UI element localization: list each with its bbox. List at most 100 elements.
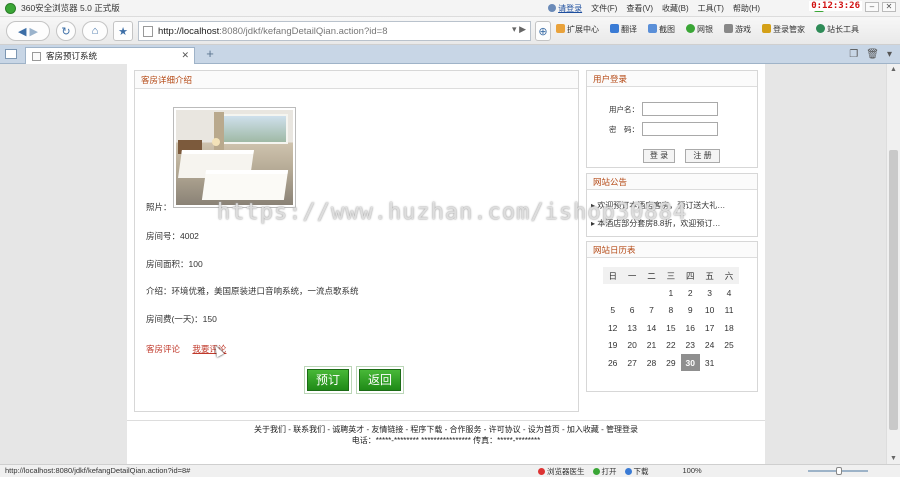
calendar-day[interactable]: 16	[681, 319, 700, 336]
tab-list-icon[interactable]: ▾	[887, 49, 892, 60]
login-link[interactable]: 请登录	[548, 3, 582, 14]
calendar-day[interactable]: 13	[622, 319, 641, 336]
new-tab-icon[interactable]: +	[200, 47, 220, 62]
browser-doctor-button[interactable]: 浏览器医生	[538, 466, 585, 477]
window-controls: – ✕	[865, 2, 896, 12]
calendar-day[interactable]: 20	[622, 337, 641, 354]
calendar-weekday: 二	[641, 267, 662, 285]
calendar-day[interactable]: 1	[661, 284, 680, 301]
calendar-day[interactable]: 14	[642, 319, 661, 336]
browser-title: 360安全浏览器 5.0 正式版	[21, 3, 120, 13]
room-detail-panel: 客房详细介绍 照片： 房间号：4002 房间面积：100 介绍：环境优雅，美国原…	[134, 70, 579, 412]
calendar-day[interactable]: 12	[603, 319, 622, 336]
password-input[interactable]	[642, 122, 718, 136]
scroll-up-icon[interactable]: ▲	[890, 66, 897, 73]
username-input[interactable]	[642, 102, 718, 116]
menu-view[interactable]: 查看(V)	[626, 3, 653, 14]
screenshot-button[interactable]: 截图	[648, 24, 675, 35]
back-button[interactable]: 返回	[359, 369, 401, 391]
login-panel: 用户登录 用户名： 密 码： 登 录 注 册	[586, 70, 758, 168]
calendar-day[interactable]: 4	[719, 284, 738, 301]
menu-tools[interactable]: 工具(T)	[698, 3, 724, 14]
calendar-day[interactable]: 7	[642, 302, 661, 319]
refresh-button[interactable]: ↻	[56, 21, 76, 41]
calendar-day[interactable]: 18	[719, 319, 738, 336]
calendar-weekday: 一	[622, 267, 642, 285]
address-bar[interactable]: http://localhost:8080/jdkf/kefangDetailQ…	[138, 21, 531, 41]
calendar-day[interactable]: 27	[622, 354, 641, 371]
address-dropdown-icon[interactable]: ▾ ▶	[512, 24, 526, 35]
extension-center-button[interactable]: 扩展中心	[556, 24, 599, 35]
login-manager-button[interactable]: 登录管家	[762, 24, 805, 35]
scroll-thumb[interactable]	[889, 150, 898, 430]
calendar-day[interactable]: 24	[700, 337, 719, 354]
games-button[interactable]: 游戏	[724, 24, 751, 35]
calendar-grid: 日一二三四五六 1 2 3 4 5 6 7 8 9 10 11 12 13 14 15 16 17 18 19 20 21…	[603, 267, 739, 372]
trash-icon[interactable]: 🗑	[866, 49, 879, 60]
restore-tabs-icon[interactable]: ❐	[849, 49, 858, 60]
room-intro: 介绍：环境优雅，美国原装进口音响系统，一流点歌系统	[146, 286, 359, 296]
register-button[interactable]: 注 册	[685, 149, 720, 163]
webmaster-icon	[816, 24, 825, 33]
calendar-day[interactable]: 8	[661, 302, 680, 319]
scroll-down-icon[interactable]: ▼	[890, 455, 897, 462]
photo-lamp	[212, 138, 220, 146]
refresh-icon: ↻	[61, 25, 71, 38]
favorite-star-button[interactable]: ★	[113, 21, 133, 41]
room-reviews-link[interactable]: 客房评论	[146, 344, 180, 354]
calendar-day[interactable]: 31	[700, 354, 719, 371]
photo-label: 照片：	[146, 202, 172, 212]
address-url[interactable]: http://localhost:8080/jdkf/kefangDetailQ…	[158, 26, 387, 37]
calendar-day[interactable]: 22	[661, 337, 680, 354]
menu-file[interactable]: 文件(F)	[591, 3, 617, 14]
key-icon	[762, 24, 771, 33]
close-window-button[interactable]: ✕	[882, 2, 896, 12]
zoom-level[interactable]: 100%	[683, 466, 702, 477]
tab-close-icon[interactable]: ✕	[181, 50, 189, 61]
calendar-day[interactable]: 10	[700, 302, 719, 319]
forward-arrow-icon[interactable]: ▶	[30, 25, 38, 38]
vertical-scrollbar[interactable]: ▲ ▼	[886, 64, 900, 464]
back-arrow-icon[interactable]: ◀	[18, 25, 26, 38]
webmaster-tools-button[interactable]: 站长工具	[816, 24, 859, 35]
calendar-day[interactable]: 11	[719, 302, 738, 319]
calendar-day[interactable]: 3	[700, 284, 719, 301]
menu-help[interactable]: 帮助(H)	[733, 3, 760, 14]
calendar-day[interactable]: 15	[661, 319, 680, 336]
doctor-icon	[538, 468, 545, 475]
calendar-day[interactable]: 9	[681, 302, 700, 319]
back-forward-buttons[interactable]: ◀ ▶	[6, 21, 50, 41]
calendar-day[interactable]: 19	[603, 337, 622, 354]
security-shield-button[interactable]: ⊕	[535, 21, 551, 41]
calendar-day[interactable]: 25	[719, 337, 738, 354]
calendar-day[interactable]: 26	[603, 354, 622, 371]
calendar-day[interactable]: 2	[681, 284, 700, 301]
sidebar-toggle-icon[interactable]	[5, 49, 17, 59]
calendar-day[interactable]: 30	[680, 353, 700, 372]
tab-room-booking[interactable]: 客房预订系统 ✕	[25, 47, 195, 64]
calendar-day	[719, 354, 738, 371]
calendar-day[interactable]: 6	[622, 302, 641, 319]
status-tools: 浏览器医生 打开 下载 100%	[538, 466, 702, 477]
book-button[interactable]: 预订	[307, 369, 349, 391]
calendar-day[interactable]: 23	[681, 337, 700, 354]
calendar-day[interactable]: 29	[661, 354, 680, 371]
calendar-day[interactable]: 17	[700, 319, 719, 336]
calendar-day[interactable]: 28	[642, 354, 661, 371]
download-button[interactable]: 下载	[624, 466, 649, 477]
footer-divider	[127, 420, 765, 421]
menu-favorites[interactable]: 收藏(B)	[662, 3, 689, 14]
open-button[interactable]: 打开	[592, 466, 617, 477]
zoom-slider-knob[interactable]	[836, 467, 842, 475]
translate-button[interactable]: 翻译	[610, 24, 637, 35]
online-banking-button[interactable]: 网银	[686, 24, 713, 35]
calendar-day[interactable]: 5	[603, 302, 622, 319]
home-button[interactable]: ⌂	[82, 21, 108, 41]
minimize-button[interactable]: –	[865, 2, 879, 12]
calendar-day[interactable]: 21	[642, 337, 661, 354]
room-detail-title: 客房详细介绍	[135, 71, 578, 89]
room-photo	[173, 107, 296, 208]
login-button[interactable]: 登 录	[643, 149, 675, 163]
footer-links[interactable]: 关于我们 - 联系我们 - 诚聘英才 - 友情链接 - 程序下载 - 合作服务 …	[127, 424, 765, 435]
gamepad-icon	[724, 24, 733, 33]
